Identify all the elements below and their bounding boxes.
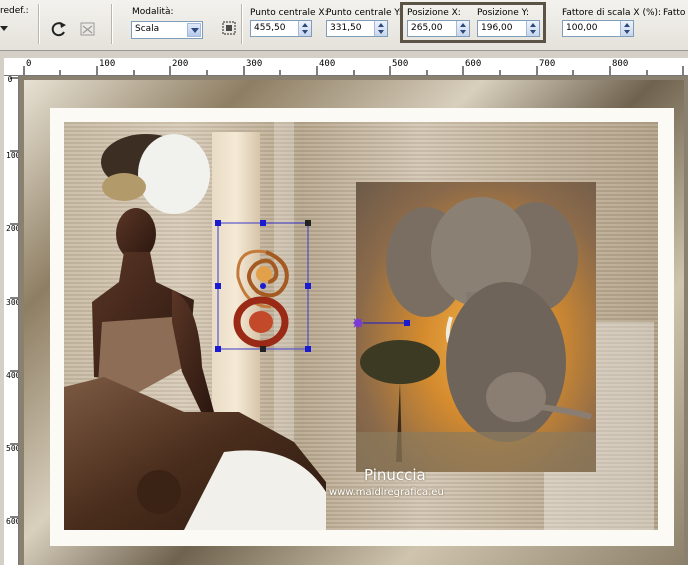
canvas-area[interactable]: Pinuccia www.maidiregrafica.eu [19,76,688,565]
ruler-label: 0 [7,76,13,84]
ruler-label: 200 [6,224,18,233]
position-x-spinner[interactable] [456,21,469,36]
ruler-label: 400 [6,371,18,380]
mode-select[interactable]: Scala [131,21,203,39]
dropdown-arrow-icon[interactable] [187,23,201,37]
center-y-input[interactable]: 331,50 [326,20,388,37]
ruler-label: 500 [392,59,409,69]
mode-button[interactable] [218,17,240,39]
ruler-corner [4,58,19,76]
center-y-spinner[interactable] [374,21,387,36]
scale-x-label: Fattore di scala X (%): [562,8,662,18]
toolbar-separator [111,4,113,44]
selection-box[interactable] [214,219,314,355]
ruler-label: 500 [6,444,18,453]
center-y-value: 331,50 [330,23,362,33]
position-y-spinner[interactable] [526,21,539,36]
scale-x-value: 100,00 [566,23,598,33]
artwork[interactable]: Pinuccia www.maidiregrafica.eu [64,122,658,530]
center-x-label: Punto centrale X: [250,8,328,18]
vertical-ruler-ticks [10,77,18,518]
ruler-label: 100 [6,151,18,160]
scale-x-input[interactable]: 100,00 [562,20,634,37]
horizontal-ruler[interactable]: 0 100 200 300 400 500 600 700 800 [18,58,688,76]
ruler-label: 200 [172,59,189,69]
ruler-label: 600 [6,517,18,526]
position-y-value: 196,00 [481,23,513,33]
position-y-label: Posizione Y: [477,8,529,18]
scale-x-spinner[interactable] [620,21,633,36]
horizontal-ruler-ticks [23,66,684,75]
center-x-input[interactable]: 455,50 [250,20,312,37]
center-x-spinner[interactable] [298,21,311,36]
reset-button[interactable] [77,18,99,40]
mode-value: Scala [135,24,160,34]
watermark-name: Pinuccia [364,466,426,484]
position-y-input[interactable]: 196,00 [477,20,540,37]
center-y-label: Punto centrale Y: [326,8,402,18]
reset-icon [80,22,95,36]
ruler-label: 800 [612,59,629,69]
vertical-ruler[interactable]: 0 100 200 300 400 500 600 [4,76,19,565]
watermark-site: www.maidiregrafica.eu [329,487,444,498]
rotate-button[interactable] [48,18,70,40]
mode-label: Modalità: [132,7,174,17]
center-x-value: 455,50 [254,23,286,33]
rotate-icon [51,22,66,37]
ruler-label: 300 [246,59,263,69]
ruler-label: 600 [465,59,482,69]
mode-icon [222,21,236,35]
ruler-label: 100 [99,59,116,69]
scale-y-label: Fatto [663,8,686,18]
toolbar: redef.: Modalità: Scala Punto centrale X… [0,0,688,51]
position-x-value: 265,00 [411,23,443,33]
image-frame: Pinuccia www.maidiregrafica.eu [24,80,684,565]
ruler-label: 400 [319,59,336,69]
rotation-handle[interactable] [352,315,414,331]
toolbar-separator [38,4,40,44]
ruler-label: 300 [6,298,18,307]
position-x-label: Posizione X: [407,8,461,18]
ruler-label: 0 [26,59,32,69]
ruler-label: 700 [539,59,556,69]
preset-dropdown-arrow-icon[interactable] [0,24,8,35]
position-x-input[interactable]: 265,00 [407,20,470,37]
toolbar-separator [241,4,243,44]
preset-label: redef.: [0,6,29,16]
